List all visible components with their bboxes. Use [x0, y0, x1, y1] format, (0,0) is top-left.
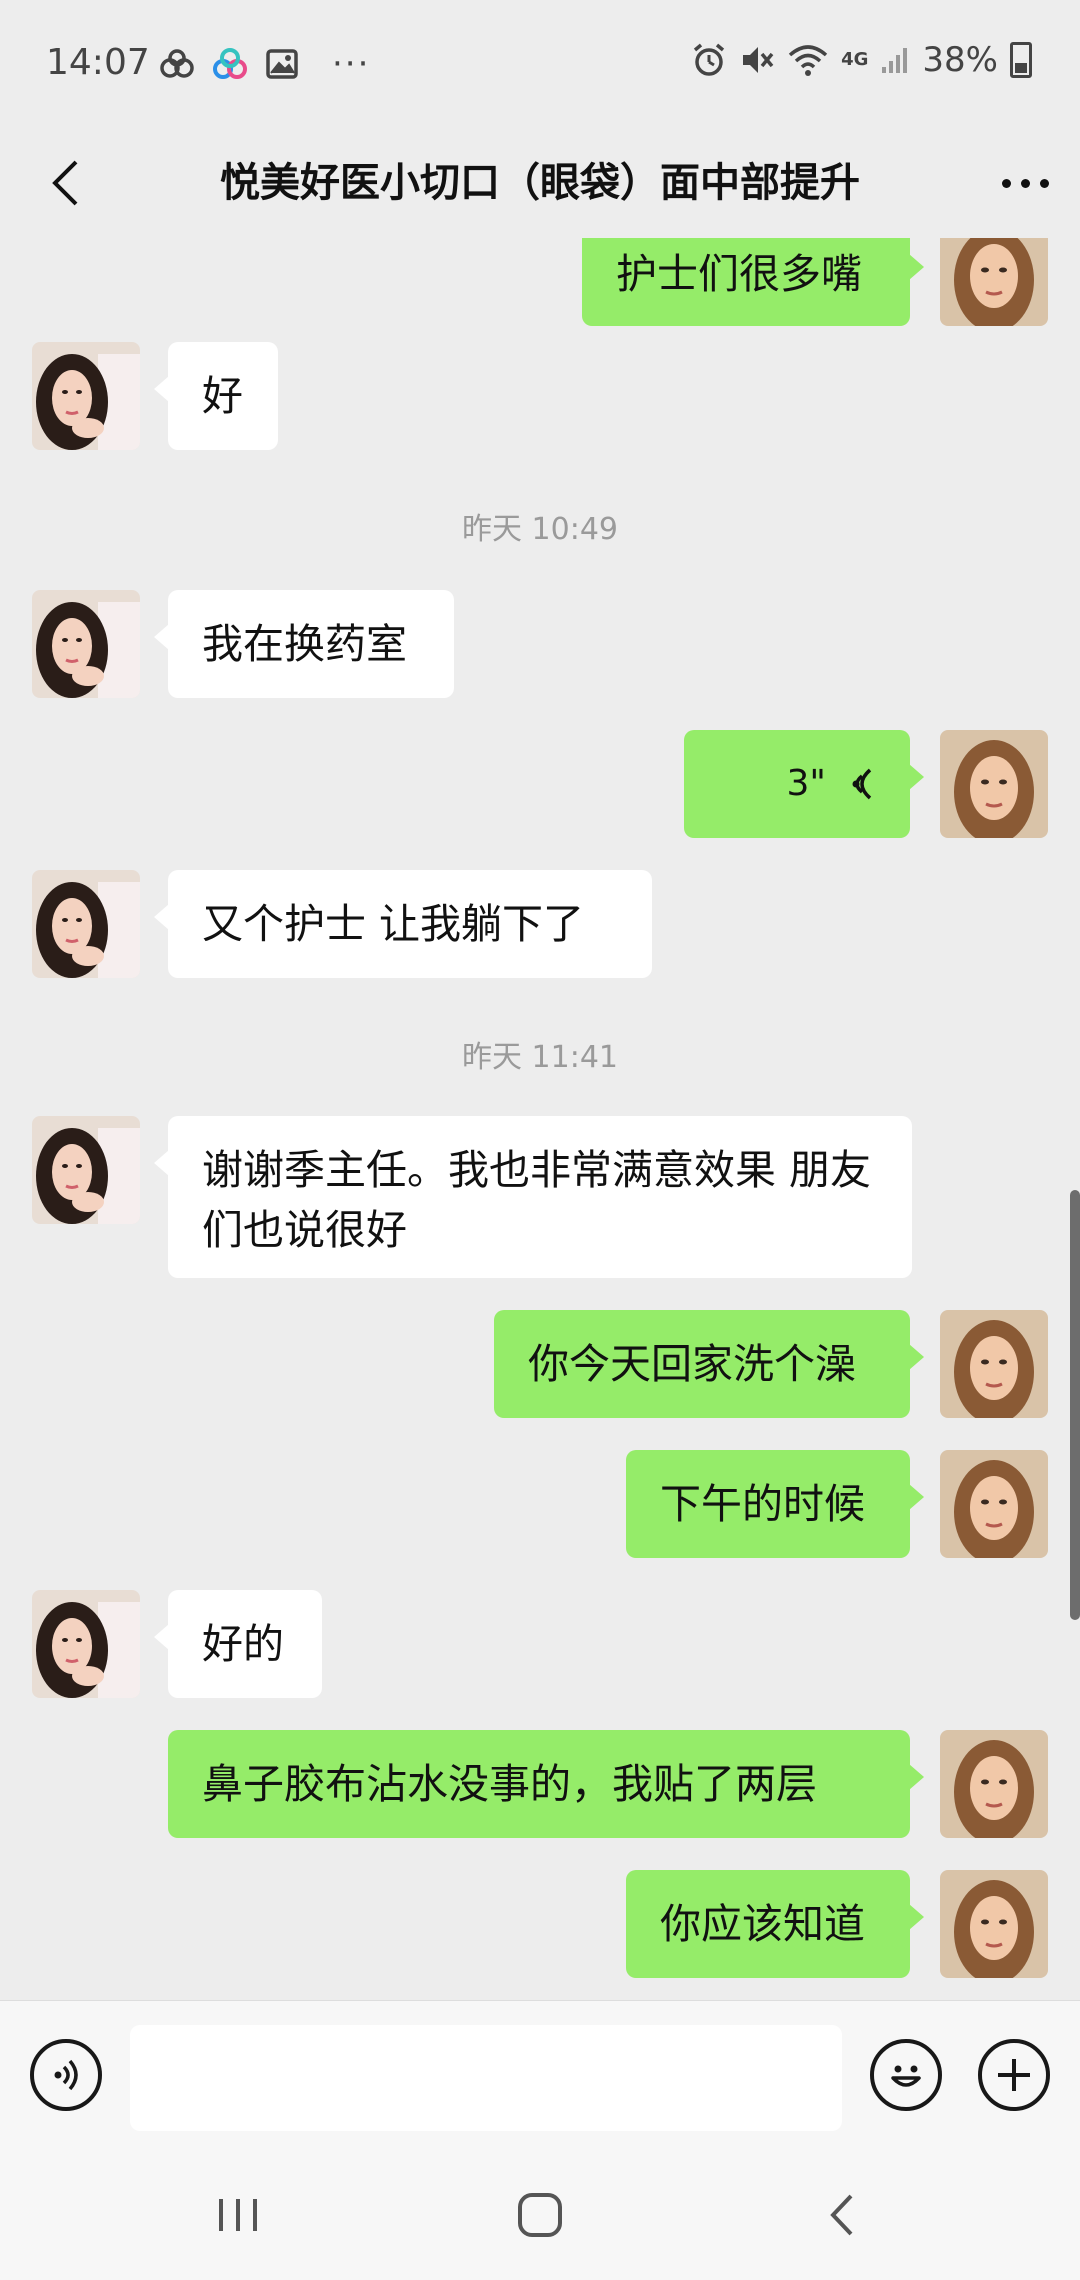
chevron-left-icon — [52, 160, 78, 206]
sent-bubble[interactable]: 你今天回家洗个澡 — [494, 1310, 924, 1418]
avatar[interactable] — [32, 342, 140, 450]
message-text: 又个护士 让我躺下了 — [202, 900, 585, 948]
self-avatar-icon — [940, 1450, 1048, 1558]
more-dot — [1039, 178, 1049, 188]
received-bubble[interactable]: 又个护士 让我躺下了 — [154, 870, 652, 978]
contact-avatar-icon — [32, 1590, 140, 1698]
contact-avatar-icon — [32, 342, 140, 450]
recent-apps-button[interactable] — [188, 2180, 288, 2250]
avatar[interactable] — [940, 1730, 1048, 1838]
message-text: 下午的时候 — [660, 1480, 865, 1528]
received-bubble[interactable]: 好的 — [154, 1590, 322, 1698]
baidu-cloud-icon — [160, 49, 194, 78]
photos-icon — [213, 48, 247, 79]
gallery-icon — [266, 49, 298, 79]
message-text: 你应该知道 — [660, 1900, 865, 1948]
contact-avatar-icon — [32, 1116, 140, 1224]
voice-duration: 3" — [786, 763, 826, 804]
plus-icon — [998, 2059, 1030, 2091]
message-text: 谢谢季主任。我也非常满意效果 朋友们也说很好 — [202, 1146, 872, 1254]
chat-header: 悦美好医小切口（眼袋）面中部提升 — [0, 130, 1080, 238]
voice-message-bubble[interactable]: 3" — [684, 730, 924, 838]
status-time: 14:07 — [46, 42, 150, 83]
message-list[interactable]: 护士们很多嘴 好 昨天 10:49 我在换药室 3" 又个护士 让我躺下了 昨天… — [0, 238, 1080, 2000]
avatar[interactable] — [32, 1590, 140, 1698]
sent-bubble[interactable]: 下午的时候 — [626, 1450, 924, 1558]
emoji-button[interactable] — [870, 2039, 942, 2111]
avatar[interactable] — [940, 1310, 1048, 1418]
signal-icon — [882, 48, 908, 73]
avatar[interactable] — [940, 1450, 1048, 1558]
voice-input-button[interactable] — [30, 2039, 102, 2111]
avatar[interactable] — [940, 238, 1048, 326]
more-dot — [1020, 178, 1030, 188]
sent-bubble[interactable]: 护士们很多嘴 — [582, 238, 924, 326]
system-nav-bar — [0, 2150, 1080, 2280]
message-text: 我在换药室 — [202, 620, 407, 668]
alarm-icon — [693, 43, 725, 76]
more-dot — [1001, 178, 1011, 188]
sent-bubble[interactable]: 鼻子胶布沾水没事的，我贴了两层 — [168, 1730, 924, 1838]
avatar[interactable] — [32, 870, 140, 978]
received-bubble[interactable]: 我在换药室 — [154, 590, 454, 698]
message-text: 好 — [202, 372, 243, 420]
contact-avatar-icon — [32, 870, 140, 978]
input-bar — [0, 2000, 1080, 2151]
avatar[interactable] — [940, 730, 1048, 838]
back-button[interactable] — [30, 148, 100, 218]
wifi-icon — [788, 45, 828, 76]
self-avatar-icon — [940, 730, 1048, 838]
status-bar: 14:07 ··· 4G 38% — [0, 0, 1080, 130]
chat-scrollbar[interactable] — [1070, 1190, 1080, 1620]
voice-icon — [54, 2059, 78, 2091]
self-avatar-icon — [940, 1310, 1048, 1418]
smiley-icon — [891, 2065, 921, 2087]
network-label: 4G — [841, 49, 869, 70]
message-text: 你今天回家洗个澡 — [528, 1340, 856, 1388]
received-bubble[interactable]: 谢谢季主任。我也非常满意效果 朋友们也说很好 — [154, 1116, 912, 1278]
message-timestamp: 昨天 10:49 — [462, 512, 618, 547]
back-nav-button[interactable] — [792, 2180, 892, 2250]
message-timestamp: 昨天 11:41 — [462, 1040, 618, 1075]
message-input[interactable] — [130, 2025, 842, 2131]
mute-icon — [743, 47, 774, 73]
more-options-button[interactable] — [990, 148, 1060, 218]
message-text: 护士们很多嘴 — [616, 250, 862, 298]
self-avatar-icon — [940, 1870, 1048, 1978]
battery-icon — [1010, 42, 1032, 78]
more-functions-button[interactable] — [978, 2039, 1050, 2111]
avatar[interactable] — [940, 1870, 1048, 1978]
home-button[interactable] — [490, 2180, 590, 2250]
sent-bubble[interactable]: 你应该知道 — [626, 1870, 924, 1978]
avatar[interactable] — [32, 590, 140, 698]
self-avatar-icon — [940, 238, 1048, 326]
battery-percent: 38% — [922, 40, 998, 80]
home-icon — [518, 2193, 562, 2237]
back-nav-icon — [830, 2194, 853, 2236]
chat-title: 悦美好医小切口（眼袋）面中部提升 — [220, 160, 860, 206]
recent-apps-icon — [219, 2199, 257, 2231]
received-bubble[interactable]: 好 — [154, 342, 278, 450]
self-avatar-icon — [940, 1730, 1048, 1838]
more-notifications-icon: ··· — [332, 44, 371, 84]
message-text: 鼻子胶布沾水没事的，我贴了两层 — [202, 1760, 817, 1808]
voice-wave-icon — [852, 768, 872, 800]
contact-avatar-icon — [32, 590, 140, 698]
message-text: 好的 — [202, 1620, 284, 1668]
avatar[interactable] — [32, 1116, 140, 1224]
